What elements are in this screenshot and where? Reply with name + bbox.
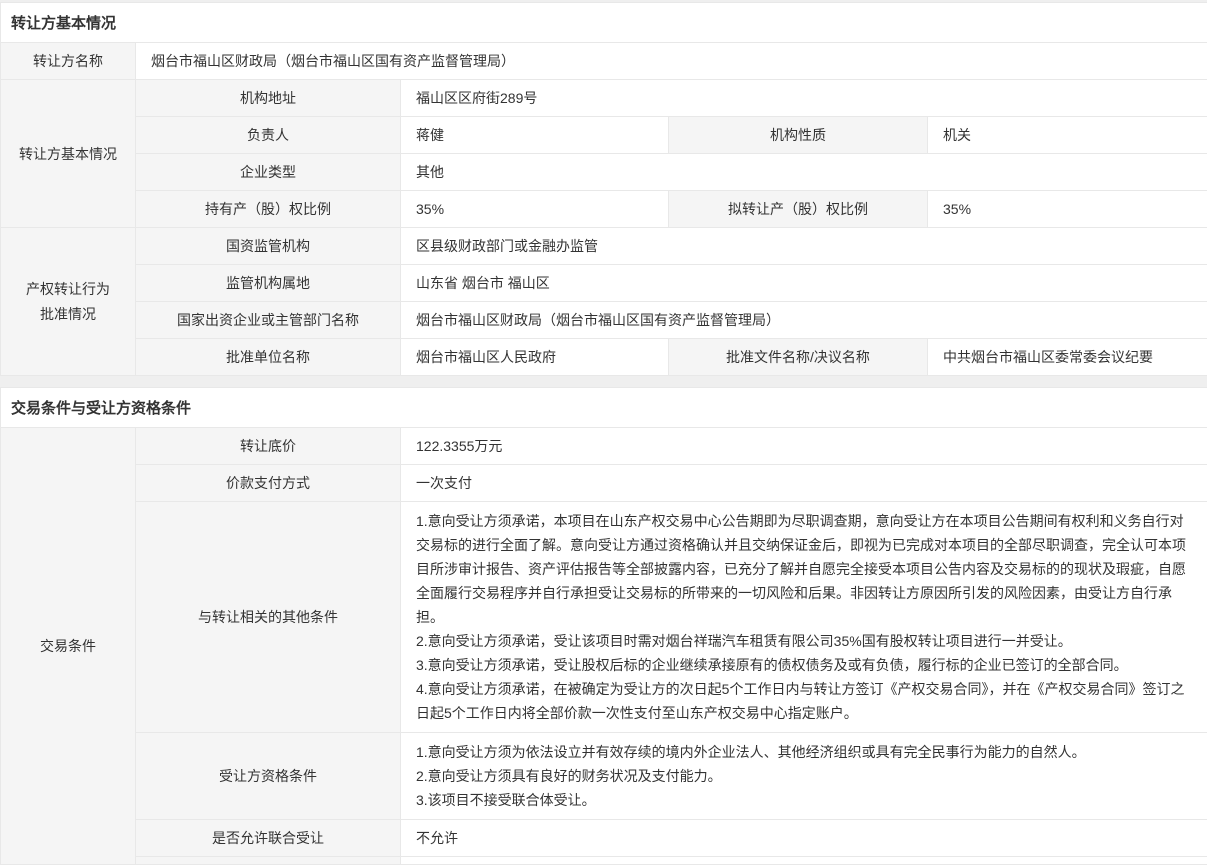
table-row: 负责人 蒋健 机构性质 机关 <box>1 117 1207 154</box>
address-value: 福山区区府街289号 <box>401 80 1207 117</box>
table-row: 交易条件 转让底价 122.3355万元 <box>1 428 1207 465</box>
transaction-conditions-section: 交易条件与受让方资格条件 交易条件 转让底价 122.3355万元 价款支付方式… <box>0 387 1207 865</box>
joint-transfer-value: 不允许 <box>401 820 1207 857</box>
parent-enterprise-label: 国家出资企业或主管部门名称 <box>136 302 401 339</box>
regulator-region-value: 山东省 烟台市 福山区 <box>401 265 1207 302</box>
table-row: 批准单位名称 烟台市福山区人民政府 批准文件名称/决议名称 中共烟台市福山区委常… <box>1 339 1207 376</box>
regulator-region-label: 监管机构属地 <box>136 265 401 302</box>
transferor-name-value: 烟台市福山区财政局（烟台市福山区国有资产监督管理局） <box>136 43 1207 80</box>
joint-transfer-label: 是否允许联合受让 <box>136 820 401 857</box>
approval-group-label: 产权转让行为 批准情况 <box>1 228 136 376</box>
transfer-ratio-value: 35% <box>928 191 1207 228</box>
trade-conditions-group-label: 交易条件 <box>1 428 136 865</box>
table-row: 转让方名称 烟台市福山区财政局（烟台市福山区国有资产监督管理局） <box>1 43 1207 80</box>
payment-method-value: 一次支付 <box>401 465 1207 502</box>
enterprise-type-value: 其他 <box>401 154 1207 191</box>
table-row: 转让方基本情况 机构地址 福山区区府街289号 <box>1 80 1207 117</box>
floor-price-label: 转让底价 <box>136 428 401 465</box>
transfer-ratio-label: 拟转让产（股）权比例 <box>669 191 928 228</box>
table-row: 监管机构属地 山东省 烟台市 福山区 <box>1 265 1207 302</box>
table-row: 与转让相关的其他条件 1.意向受让方须承诺，本项目在山东产权交易中心公告期即为尽… <box>1 502 1207 733</box>
table-row: 国家出资企业或主管部门名称 烟台市福山区财政局（烟台市福山区国有资产监督管理局） <box>1 302 1207 339</box>
table-row: 价款支付方式 一次支付 <box>1 465 1207 502</box>
section2-title: 交易条件与受让方资格条件 <box>1 388 1207 428</box>
enterprise-type-label: 企业类型 <box>136 154 401 191</box>
address-label: 机构地址 <box>136 80 401 117</box>
institution-nature-label: 机构性质 <box>669 117 928 154</box>
table-row: 持有产（股）权比例 35% 拟转让产（股）权比例 35% <box>1 191 1207 228</box>
transferor-info-table: 转让方基本情况 转让方名称 烟台市福山区财政局（烟台市福山区国有资产监督管理局）… <box>0 2 1207 376</box>
table-row: 企业类型 其他 <box>1 154 1207 191</box>
approval-doc-value: 中共烟台市福山区委常委会议纪要 <box>928 339 1207 376</box>
holding-ratio-value: 35% <box>401 191 669 228</box>
section-header-row: 交易条件与受让方资格条件 <box>1 388 1207 428</box>
table-row: 受让方资格条件 1.意向受让方须为依法设立并有效存续的境内外企业法人、其他经济组… <box>1 733 1207 820</box>
regulator-label: 国资监管机构 <box>136 228 401 265</box>
transferee-qualification-label: 受让方资格条件 <box>136 733 401 820</box>
section1-title: 转让方基本情况 <box>1 3 1207 43</box>
regulator-value: 区县级财政部门或金融办监管 <box>401 228 1207 265</box>
section-gap <box>0 376 1207 387</box>
approval-doc-label: 批准文件名称/决议名称 <box>669 339 928 376</box>
next-row-label-stub <box>136 857 401 865</box>
floor-price-value: 122.3355万元 <box>401 428 1207 465</box>
holding-ratio-label: 持有产（股）权比例 <box>136 191 401 228</box>
transferor-info-section: 转让方基本情况 转让方名称 烟台市福山区财政局（烟台市福山区国有资产监督管理局）… <box>0 2 1207 376</box>
other-conditions-label: 与转让相关的其他条件 <box>136 502 401 733</box>
transferee-qualification-value: 1.意向受让方须为依法设立并有效存续的境内外企业法人、其他经济组织或具有完全民事… <box>401 733 1207 820</box>
next-row-value-stub <box>401 857 1207 865</box>
table-row: 产权转让行为 批准情况 国资监管机构 区县级财政部门或金融办监管 <box>1 228 1207 265</box>
other-conditions-value: 1.意向受让方须承诺，本项目在山东产权交易中心公告期即为尽职调查期，意向受让方在… <box>401 502 1207 733</box>
section-header-row: 转让方基本情况 <box>1 3 1207 43</box>
approval-unit-value: 烟台市福山区人民政府 <box>401 339 669 376</box>
payment-method-label: 价款支付方式 <box>136 465 401 502</box>
table-row: 是否允许联合受让 不允许 <box>1 820 1207 857</box>
transaction-conditions-table: 交易条件与受让方资格条件 交易条件 转让底价 122.3355万元 价款支付方式… <box>0 387 1207 865</box>
parent-enterprise-value: 烟台市福山区财政局（烟台市福山区国有资产监督管理局） <box>401 302 1207 339</box>
table-row-partial <box>1 857 1207 865</box>
institution-nature-value: 机关 <box>928 117 1207 154</box>
transferor-name-label: 转让方名称 <box>1 43 136 80</box>
person-in-charge-label: 负责人 <box>136 117 401 154</box>
basic-info-group-label: 转让方基本情况 <box>1 80 136 228</box>
person-in-charge-value: 蒋健 <box>401 117 669 154</box>
approval-unit-label: 批准单位名称 <box>136 339 401 376</box>
